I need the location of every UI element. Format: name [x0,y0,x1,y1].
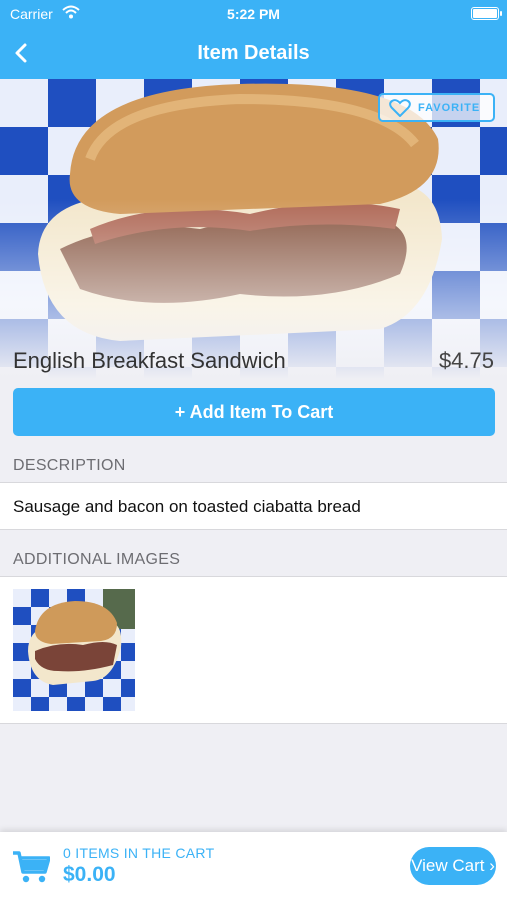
cart-icon [12,850,51,889]
item-price: $4.75 [438,348,494,373]
item-hero-image: FAVORITE [0,79,507,379]
cart-total: $0.00 [63,863,116,886]
description-row: Sausage and bacon on toasted ciabatta br… [0,482,507,530]
page-title: Item Details [197,42,310,64]
additional-images-header: ADDITIONAL IMAGES [13,551,181,568]
favorite-button[interactable]: FAVORITE [378,93,495,122]
cart-summary-bar: 0 ITEMS IN THE CART $0.00 View Cart › [0,832,507,900]
item-name: English Breakfast Sandwich [13,348,286,373]
clock: 5:22 PM [227,6,280,22]
description-header: DESCRIPTION [13,457,126,474]
additional-image-thumbnail[interactable] [13,589,135,711]
thumbnail-sandwich-image [28,601,122,685]
additional-images-row [0,576,507,724]
description-text: Sausage and bacon on toasted ciabatta br… [13,497,361,516]
cart-item-count: 0 ITEMS IN THE CART [63,845,215,861]
navigation-bar: Item Details [0,32,507,76]
heart-icon [389,99,411,120]
image-fade [0,79,507,379]
battery-icon [471,7,502,20]
view-cart-button[interactable]: View Cart › [410,847,496,885]
favorite-label: FAVORITE [418,102,481,114]
add-to-cart-button[interactable]: + Add Item To Cart [13,388,495,436]
top-bar: Carrier 5:22 PM Item Details [0,0,507,79]
status-bar: Carrier 5:22 PM [0,0,507,28]
